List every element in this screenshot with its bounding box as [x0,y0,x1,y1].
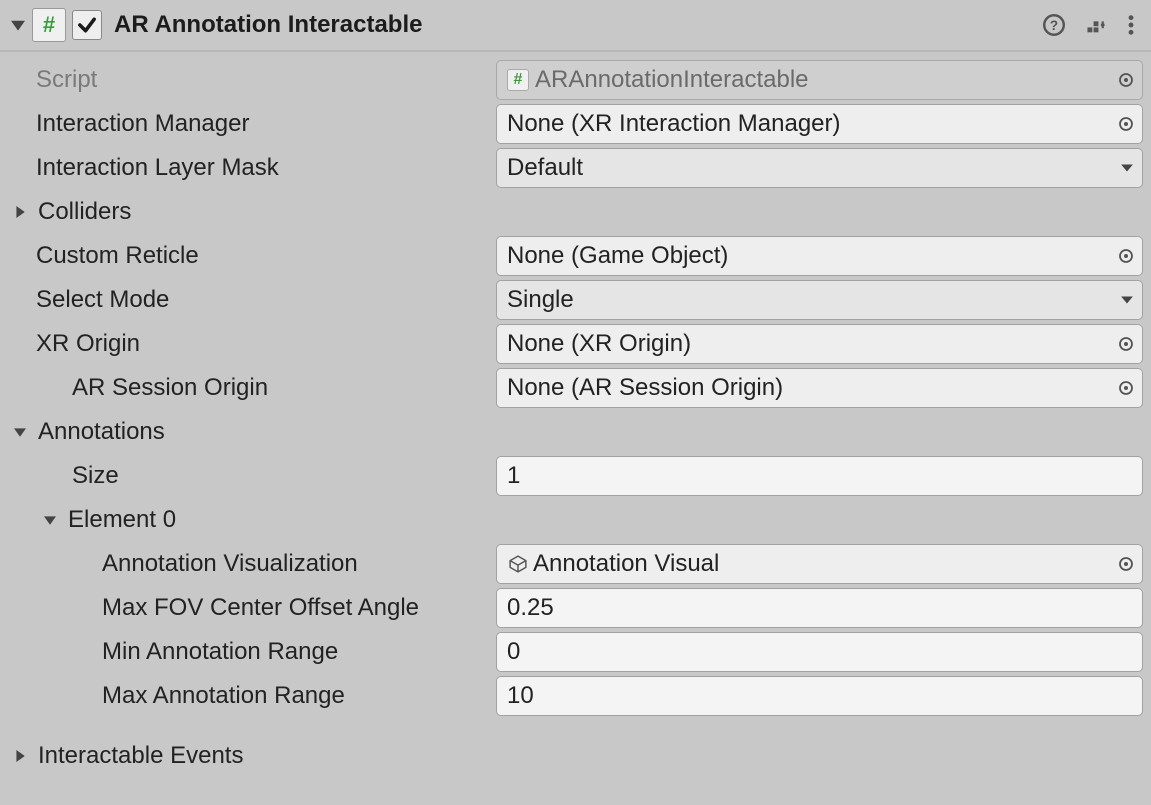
label-colliders: Colliders [36,198,131,226]
label-annotations-size: Size [36,462,119,490]
row-xr-origin: XR Origin None (XR Origin) [6,322,1145,366]
label-interaction-layer-mask: Interaction Layer Mask [36,154,279,182]
label-annotations: Annotations [36,418,165,446]
row-max-range: Max Annotation Range 10 [6,674,1145,718]
script-field: # ARAnnotationInteractable [496,60,1143,100]
label-ar-session-origin: AR Session Origin [36,374,268,402]
row-min-range: Min Annotation Range 0 [6,630,1145,674]
annotations-size-input[interactable]: 1 [496,456,1143,496]
inspector-component: # AR Annotation Interactable Script # AR… [0,0,1151,788]
object-picker-icon[interactable] [1118,380,1134,396]
row-interactable-events[interactable]: Interactable Events [6,734,1145,778]
label-max-range: Max Annotation Range [36,682,345,710]
preset-icon[interactable] [1085,14,1107,36]
object-picker-icon[interactable] [1118,248,1134,264]
component-foldout[interactable] [8,15,28,35]
row-annotations[interactable]: Annotations [6,410,1145,454]
row-interaction-manager: Interaction Manager None (XR Interaction… [6,102,1145,146]
row-max-fov: Max FOV Center Offset Angle 0.25 [6,586,1145,630]
label-max-fov: Max FOV Center Offset Angle [36,594,419,622]
component-title: AR Annotation Interactable [114,11,1043,39]
object-picker-icon [1118,72,1134,88]
row-script: Script # ARAnnotationInteractable [6,58,1145,102]
xr-origin-field[interactable]: None (XR Origin) [496,324,1143,364]
chevron-down-icon [1120,293,1134,307]
row-element-0[interactable]: Element 0 [6,498,1145,542]
object-picker-icon[interactable] [1118,116,1134,132]
row-annotation-visualization: Annotation Visualization Annotation Visu… [6,542,1145,586]
help-icon[interactable] [1043,14,1065,36]
hash-icon: # [507,69,529,91]
context-menu-icon[interactable] [1127,14,1135,36]
label-interactable-events: Interactable Events [36,742,243,770]
select-mode-dropdown[interactable]: Single [496,280,1143,320]
row-custom-reticle: Custom Reticle None (Game Object) [6,234,1145,278]
colliders-foldout[interactable] [14,206,36,218]
label-interaction-manager: Interaction Manager [36,110,249,138]
max-range-input[interactable]: 10 [496,676,1143,716]
object-picker-icon[interactable] [1118,556,1134,572]
row-interaction-layer-mask: Interaction Layer Mask Default [6,146,1145,190]
chevron-down-icon [1120,161,1134,175]
row-annotations-size: Size 1 [6,454,1145,498]
label-script: Script [36,66,97,94]
component-enabled-checkbox[interactable] [72,10,102,40]
check-icon [77,15,97,35]
object-picker-icon[interactable] [1118,336,1134,352]
row-colliders[interactable]: Colliders [6,190,1145,234]
component-header[interactable]: # AR Annotation Interactable [0,0,1151,52]
min-range-input[interactable]: 0 [496,632,1143,672]
label-element-0: Element 0 [66,506,176,534]
custom-reticle-field[interactable]: None (Game Object) [496,236,1143,276]
prefab-icon [507,555,529,573]
annotation-visualization-field[interactable]: Annotation Visual [496,544,1143,584]
label-select-mode: Select Mode [36,286,169,314]
annotations-foldout[interactable] [14,426,36,438]
element-0-foldout[interactable] [44,514,66,526]
row-ar-session-origin: AR Session Origin None (AR Session Origi… [6,366,1145,410]
max-fov-input[interactable]: 0.25 [496,588,1143,628]
script-icon: # [32,8,66,42]
ar-session-origin-field[interactable]: None (AR Session Origin) [496,368,1143,408]
label-xr-origin: XR Origin [36,330,140,358]
label-custom-reticle: Custom Reticle [36,242,199,270]
interactable-events-foldout[interactable] [14,750,36,762]
row-select-mode: Select Mode Single [6,278,1145,322]
hash-icon: # [43,14,55,36]
interaction-manager-field[interactable]: None (XR Interaction Manager) [496,104,1143,144]
label-annotation-visualization: Annotation Visualization [36,550,358,578]
interaction-layer-mask-dropdown[interactable]: Default [496,148,1143,188]
label-min-range: Min Annotation Range [36,638,338,666]
